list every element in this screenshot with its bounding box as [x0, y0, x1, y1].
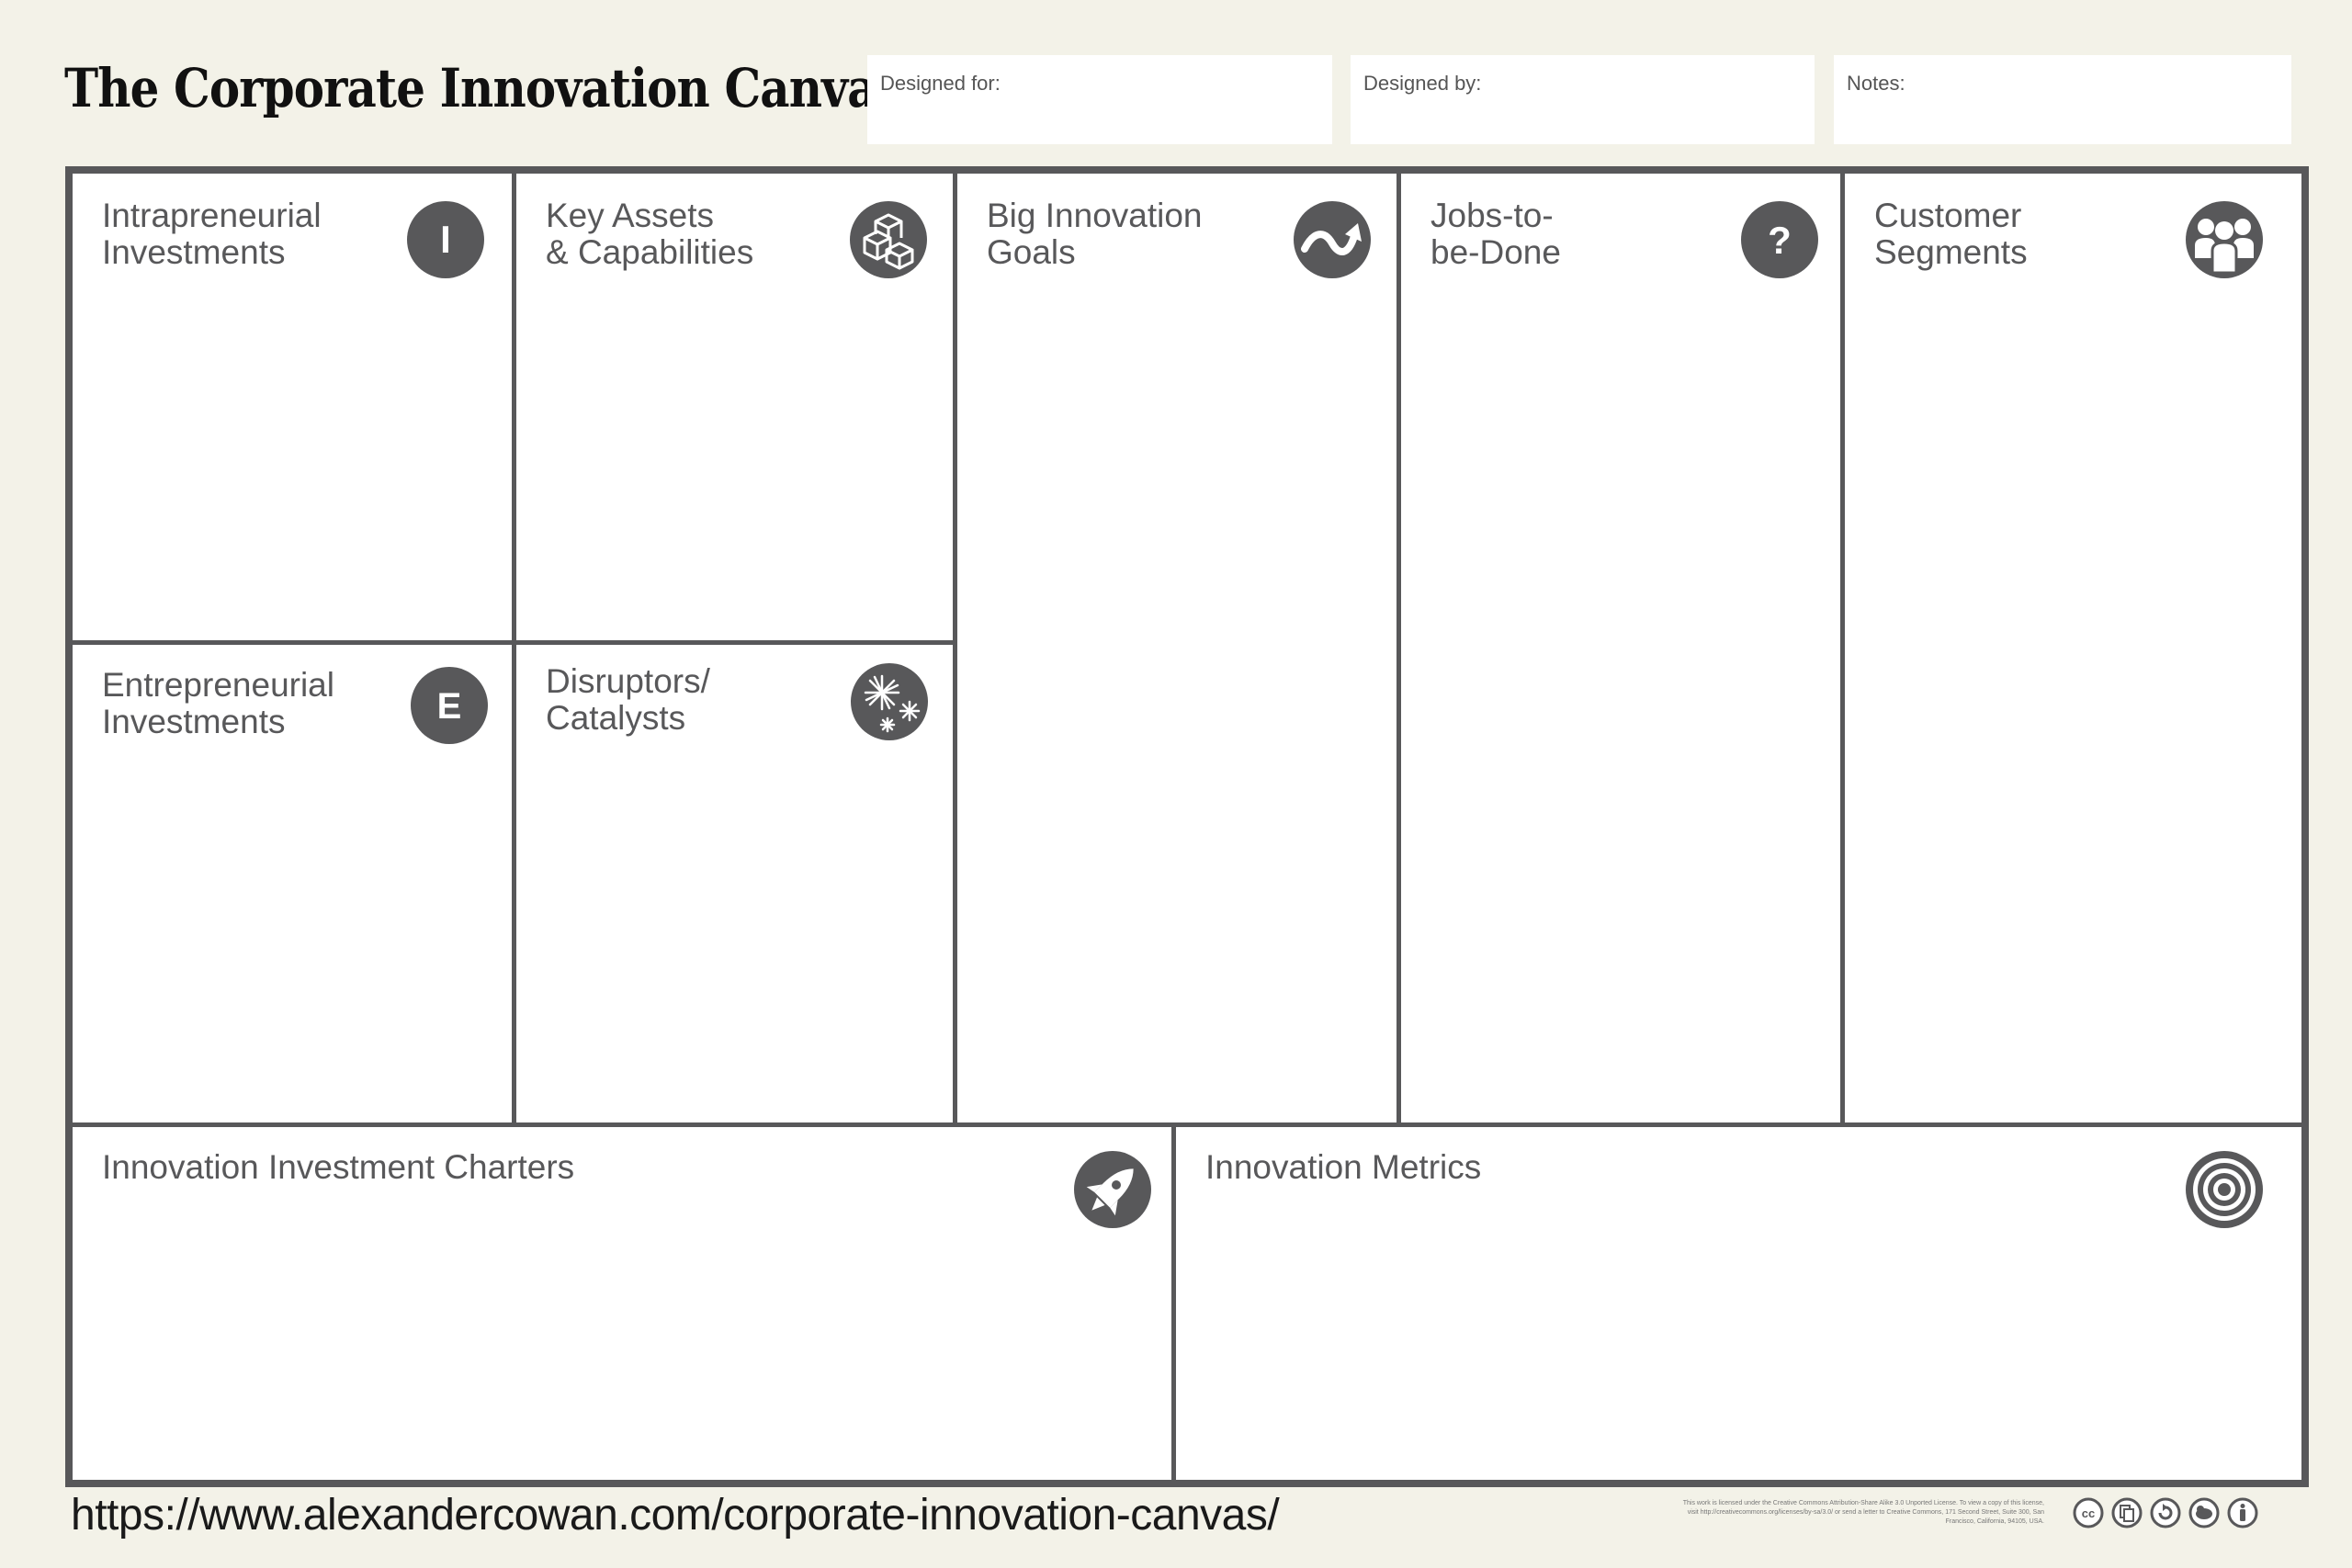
svg-text:I: I — [440, 218, 451, 261]
section-label: Big Innovation Goals — [987, 197, 1203, 271]
section-label: Innovation Investment Charters — [102, 1148, 575, 1186]
section-label: Innovation Metrics — [1205, 1148, 1482, 1186]
intrapreneurial-investments-section[interactable]: Intrapreneurial Investments I — [73, 174, 512, 640]
notes-label: Notes: — [1847, 72, 1905, 95]
share-alike-icon — [2150, 1497, 2181, 1529]
question-mark-icon: ? — [1741, 201, 1818, 278]
innovation-canvas: Intrapreneurial Investments I Key Assets… — [65, 166, 2309, 1487]
big-innovation-goals-section[interactable]: Big Innovation Goals — [957, 174, 1396, 1122]
attribution-icon — [2227, 1497, 2258, 1529]
section-label: Intrapreneurial Investments — [102, 197, 322, 271]
growth-arrow-icon — [1294, 201, 1371, 278]
disruptors-catalysts-section[interactable]: Disruptors/ Catalysts — [516, 645, 953, 1122]
section-label: Customer Segments — [1874, 197, 2028, 271]
people-group-icon — [2186, 201, 2263, 278]
target-icon — [2186, 1151, 2263, 1228]
copy-icon — [2111, 1497, 2143, 1529]
rocket-icon — [1074, 1151, 1151, 1228]
notes-field[interactable]: Notes: — [1834, 55, 2291, 144]
svg-text:cc: cc — [2082, 1506, 2095, 1520]
svg-text:?: ? — [1768, 219, 1792, 262]
intrapreneurial-i-icon: I — [407, 201, 484, 278]
canvas-source-link[interactable]: https://www.alexandercowan.com/corporate… — [71, 1490, 1280, 1540]
license-icons: cc — [2073, 1497, 2258, 1529]
designed-by-label: Designed by: — [1363, 72, 1482, 95]
page-title: The Corporate Innovation Canvas — [64, 57, 902, 119]
svg-text:E: E — [437, 686, 462, 727]
section-label: Disruptors/ Catalysts — [546, 662, 710, 737]
license-text: This work is licensed under the Creative… — [1682, 1500, 2044, 1525]
designed-for-label: Designed for: — [880, 72, 1001, 95]
entrepreneurial-investments-section[interactable]: Entrepreneurial Investments E — [73, 645, 512, 1122]
innovation-metrics-section[interactable]: Innovation Metrics — [1176, 1127, 2301, 1480]
key-assets-section[interactable]: Key Assets & Capabilities — [516, 174, 953, 640]
remix-icon — [2188, 1497, 2220, 1529]
section-label: Jobs-to- be-Done — [1430, 197, 1561, 271]
entrepreneurial-e-icon: E — [411, 667, 488, 744]
starburst-icon — [851, 663, 928, 740]
section-label: Entrepreneurial Investments — [102, 666, 334, 740]
cubes-icon — [850, 201, 927, 278]
section-label: Key Assets & Capabilities — [546, 197, 754, 271]
designed-by-field[interactable]: Designed by: — [1351, 55, 1815, 144]
designed-for-field[interactable]: Designed for: — [867, 55, 1332, 144]
innovation-investment-charters-section[interactable]: Innovation Investment Charters — [73, 1127, 1171, 1480]
jobs-to-be-done-section[interactable]: Jobs-to- be-Done ? — [1401, 174, 1840, 1122]
customer-segments-section[interactable]: Customer Segments — [1845, 174, 2301, 1122]
cc-icon: cc — [2073, 1497, 2104, 1529]
